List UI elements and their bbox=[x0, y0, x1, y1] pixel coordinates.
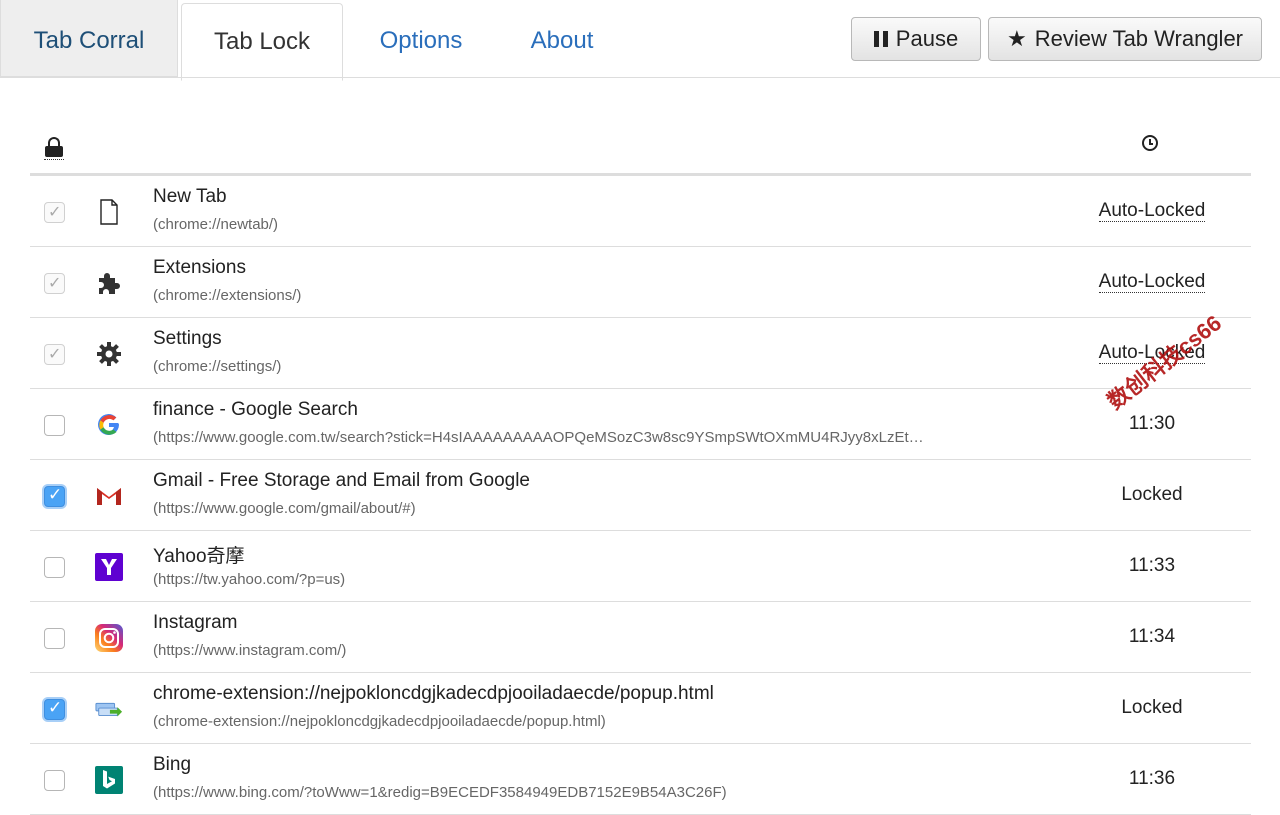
tab-url: (https://tw.yahoo.com/?p=us) bbox=[153, 571, 346, 588]
table-row: Instagram (https://www.instagram.com/) 1… bbox=[30, 602, 1251, 673]
tab-url: (https://www.google.com.tw/search?stick=… bbox=[153, 429, 924, 446]
lock-checkbox[interactable] bbox=[44, 628, 65, 649]
tab-bar: Tab Corral Tab Lock Options About Pause … bbox=[0, 0, 1280, 81]
tab-divider bbox=[0, 77, 1280, 78]
tab-title[interactable]: chrome-extension://nejpokloncdgjkadecdpj… bbox=[153, 683, 714, 705]
tab-title[interactable]: Settings bbox=[153, 328, 222, 350]
table-row: chrome-extension://nejpokloncdgjkadecdpj… bbox=[30, 673, 1251, 744]
table-header bbox=[30, 115, 1251, 176]
tab-status: Locked bbox=[1121, 484, 1183, 505]
tab-status: 11:30 bbox=[1128, 413, 1176, 434]
puzzle-icon bbox=[95, 269, 123, 297]
instagram-icon bbox=[95, 624, 123, 652]
clock-icon bbox=[1142, 135, 1158, 151]
extension-arrow-icon bbox=[95, 695, 123, 723]
table-row: Extensions (chrome://extensions/) Auto-L… bbox=[30, 247, 1251, 318]
auto-locked-label: Auto-Locked bbox=[1098, 342, 1206, 364]
gear-icon bbox=[95, 340, 123, 368]
pause-label: Pause bbox=[895, 26, 959, 51]
tab-url: (chrome://newtab/) bbox=[153, 216, 279, 233]
tab-status: Locked bbox=[1121, 697, 1183, 718]
tab-title[interactable]: Bing bbox=[153, 754, 191, 776]
tab-url: (chrome://extensions/) bbox=[153, 287, 302, 304]
tab-title[interactable]: finance - Google Search bbox=[153, 399, 358, 421]
tab-url: (chrome://settings/) bbox=[153, 358, 282, 375]
pause-icon bbox=[873, 31, 888, 47]
yahoo-icon bbox=[95, 553, 123, 581]
pause-button[interactable]: Pause bbox=[851, 17, 981, 61]
google-icon bbox=[95, 411, 123, 439]
tab-title[interactable]: Gmail - Free Storage and Email from Goog… bbox=[153, 470, 530, 492]
table-row: Yahoo奇摩 (https://tw.yahoo.com/?p=us) 11:… bbox=[30, 531, 1251, 602]
review-tab-wrangler-button[interactable]: ★ Review Tab Wrangler bbox=[988, 17, 1262, 61]
lock-checkbox[interactable] bbox=[44, 202, 65, 223]
lock-checkbox[interactable] bbox=[44, 557, 65, 578]
tab-options[interactable]: Options bbox=[358, 0, 484, 77]
tab-url: (chrome-extension://nejpokloncdgjkadecdp… bbox=[153, 713, 606, 730]
lock-checkbox[interactable] bbox=[44, 273, 65, 294]
auto-locked-label: Auto-Locked bbox=[1098, 200, 1206, 222]
tab-url: (https://www.instagram.com/) bbox=[153, 642, 347, 659]
lock-checkbox[interactable] bbox=[44, 770, 65, 791]
table-row: Gmail - Free Storage and Email from Goog… bbox=[30, 460, 1251, 531]
tab-status: Auto-Locked bbox=[1080, 342, 1224, 364]
bing-icon bbox=[95, 766, 123, 794]
lock-checkbox[interactable] bbox=[44, 344, 65, 365]
lock-checkbox[interactable] bbox=[44, 698, 65, 720]
tab-status: Auto-Locked bbox=[1080, 271, 1224, 293]
tab-status: Auto-Locked bbox=[1080, 200, 1224, 222]
tab-title[interactable]: Instagram bbox=[153, 612, 237, 634]
table-row: New Tab (chrome://newtab/) Auto-Locked bbox=[30, 176, 1251, 247]
tab-title[interactable]: Yahoo奇摩 bbox=[153, 541, 245, 568]
tab-title[interactable]: Extensions bbox=[153, 257, 246, 279]
auto-locked-label: Auto-Locked bbox=[1098, 271, 1206, 293]
tab-status: 11:34 bbox=[1128, 626, 1176, 647]
table-row: finance - Google Search (https://www.goo… bbox=[30, 389, 1251, 460]
tab-tab-corral[interactable]: Tab Corral bbox=[0, 0, 178, 77]
table-row: Settings (chrome://settings/) Auto-Locke… bbox=[30, 318, 1251, 389]
lock-icon bbox=[44, 137, 64, 160]
tab-status: 11:33 bbox=[1128, 555, 1176, 576]
document-icon bbox=[95, 198, 123, 226]
star-icon: ★ bbox=[1006, 26, 1027, 51]
review-label: Review Tab Wrangler bbox=[1034, 26, 1243, 51]
tab-about[interactable]: About bbox=[510, 0, 614, 77]
tab-url: (https://www.google.com/gmail/about/#) bbox=[153, 500, 416, 517]
tab-tab-lock[interactable]: Tab Lock bbox=[181, 3, 343, 81]
gmail-icon bbox=[95, 482, 123, 510]
table-row: Bing (https://www.bing.com/?toWww=1&redi… bbox=[30, 744, 1251, 815]
tab-status: 11:36 bbox=[1128, 768, 1176, 789]
tab-title[interactable]: New Tab bbox=[153, 186, 227, 208]
lock-checkbox[interactable] bbox=[44, 485, 65, 507]
tab-url: (https://www.bing.com/?toWww=1&redig=B9E… bbox=[153, 784, 727, 801]
locked-tabs-table: New Tab (chrome://newtab/) Auto-Locked E… bbox=[30, 115, 1251, 815]
lock-checkbox[interactable] bbox=[44, 415, 65, 436]
